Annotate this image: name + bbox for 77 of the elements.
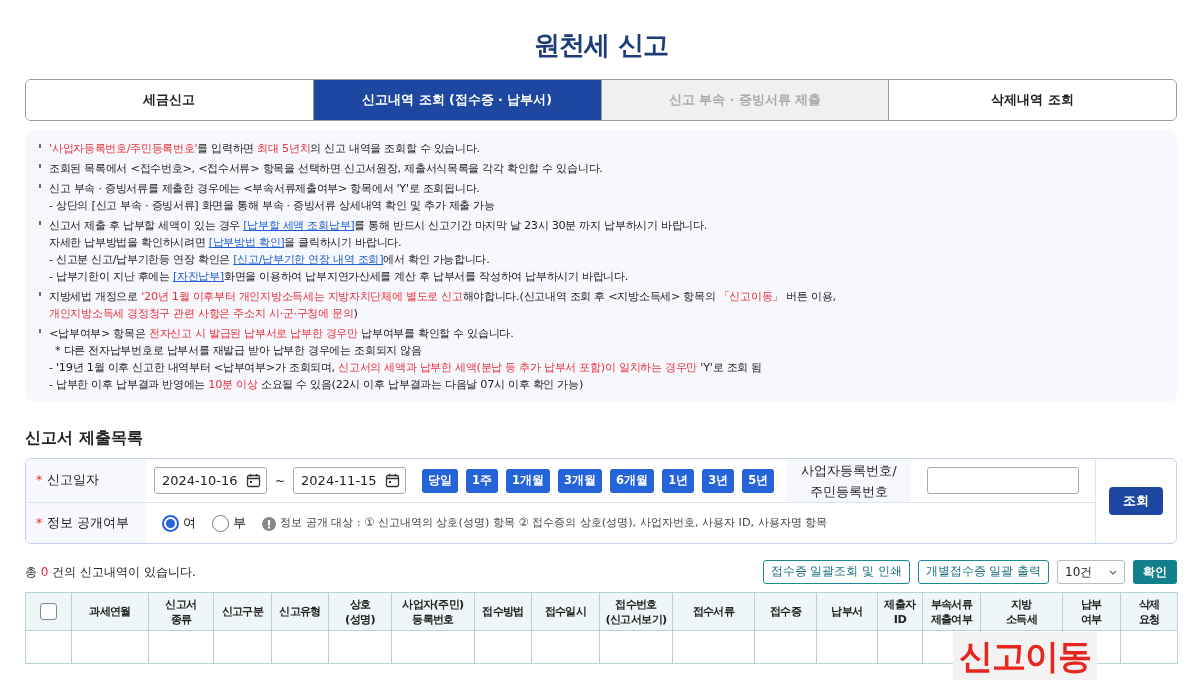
column-header: 접수번호 (신고서보기) <box>599 592 673 631</box>
column-header: 접수일시 <box>531 592 600 631</box>
notice-text: 지방세법 개정으로 '20년 1월 이후부터 개인지방소득세는 지방자치단체에 별도로 신고해야합니다.(신고내역 조회 후 <지방소득세> 항목의 「신고이동」 버튼 이용, <box>49 289 837 305</box>
bullet-mark <box>39 164 41 168</box>
notice-text: 조회된 목록에서 <접수번호>, <접수서류> 항목을 선택하면 신고서원장, 제출서식목록을 각각 확인할 수 있습니다. <box>49 161 604 177</box>
field-label: 신고일자 <box>47 471 100 490</box>
notice-text: - 납부기한이 지난 후에는 [자진납부]화면을 이용하여 납부지연가산세를 계산 후 납부서를 작성하여 납부하시기 바랍니다. <box>49 269 630 285</box>
column-header: 부속서류 제출여부 <box>922 592 981 631</box>
notice-text: 신고서 제출 후 납부할 세액이 있는 경우 [납부할 세액 조회납부]를 통해 반드시 신고기간 마지막 날 23시 30분 까지 납부하시기 바랍니다. <box>49 218 708 234</box>
period-button[interactable]: 당일 <box>422 468 459 493</box>
column-header: 과세연월 <box>71 592 149 631</box>
bullet-mark <box>39 184 41 188</box>
period-button[interactable]: 1주 <box>466 468 499 493</box>
tab[interactable]: 신고내역 조회 (접수증 · 납부서) <box>312 80 601 120</box>
page-size-select[interactable]: 10건 <box>1057 560 1125 584</box>
radio-option[interactable]: 부 <box>212 514 246 533</box>
column-header: 접수방법 <box>474 592 532 631</box>
column-header: 삭제 요청 <box>1120 592 1178 631</box>
notice-text: <납부여부> 항목은 전자신고 시 발급된 납부서로 납부한 경우만 납부여부를 확인할 수 있습니다. <box>49 326 515 342</box>
section-title: 신고서 제출목록 <box>25 427 144 449</box>
bullet-mark <box>39 144 41 148</box>
period-button[interactable]: 6개월 <box>610 468 655 493</box>
column-header: 사업자(주민) 등록번호 <box>391 592 475 631</box>
bullet-mark <box>39 292 41 296</box>
bullet-mark <box>39 329 41 333</box>
action-button[interactable]: 접수증 일괄조회 및 인쇄 <box>762 560 910 584</box>
period-button[interactable]: 5년 <box>742 468 775 493</box>
calendar-icon <box>385 473 401 488</box>
column-header: 접수서류 <box>672 592 755 631</box>
period-button[interactable]: 3개월 <box>558 468 603 493</box>
required-mark: * <box>36 514 43 533</box>
notice-text: - 신고분 신고/납부기한등 연장 확인은 [신고/납부기한 연장 내역 조회]에서 확인 가능합니다. <box>49 252 491 268</box>
tab[interactable]: 삭제내역 조회 <box>888 80 1176 120</box>
info-text: 정보 공개 대상 : ① 신고내역의 상호(성명) 항목 ② 접수증의 상호(성명), 사업자번호, 사용자 ID, 사용자명 항목 <box>280 515 828 532</box>
period-button[interactable]: 3년 <box>702 468 735 493</box>
chevron-icon <box>1109 569 1117 575</box>
column-header: 지방 소득세 <box>980 592 1063 631</box>
info-icon <box>262 516 276 531</box>
notice-link[interactable]: [납부할 세액 조회납부] <box>243 219 355 232</box>
radio-option[interactable]: 여 <box>162 514 196 533</box>
column-header: 접수증 <box>754 592 817 631</box>
notice-text: - 상단의 [신고 부속 · 증빙서류] 화면을 통해 부속 · 증빙서류 상세내역 확인 및 추가 제출 가능 <box>49 198 496 214</box>
notice-text: 자세한 납부방법을 확인하시려면 [납부방법 확인]을 클릭하시기 바랍니다. <box>49 235 403 251</box>
column-header: 납부 여부 <box>1062 592 1121 631</box>
column-header: 제출자 ID <box>877 592 923 631</box>
period-button[interactable]: 1년 <box>662 468 695 493</box>
notice-link[interactable]: [신고/납부기한 연장 내역 조회] <box>233 253 384 266</box>
page-title: 원천세 신고 <box>533 29 669 62</box>
notice-text: - 납부한 이후 납부결과 반영에는 10분 이상 소요될 수 있음(22시 이후 납부결과는 다음날 07시 이후 확인 가능) <box>49 377 584 393</box>
notice-text: 개인지방소득세 경정청구 관련 사항은 주소지 시·군·구청에 문의) <box>49 306 359 322</box>
search-button[interactable]: 조회 <box>1109 487 1163 515</box>
column-header: 상호 (성명) <box>328 592 392 631</box>
notice-text: * 다른 전자납부번호로 납부서를 재발급 받아 납부한 경우에는 조회되지 않음 <box>54 343 423 359</box>
field-label: 정보 공개여부 <box>47 514 130 533</box>
notice-link[interactable]: [납부방법 확인] <box>208 236 285 249</box>
result-count: 총 0 건의 신고내역이 있습니다. <box>25 564 196 581</box>
notice-link[interactable]: [자진납부] <box>172 270 224 283</box>
confirm-button[interactable]: 확인 <box>1133 560 1177 584</box>
id-number-field[interactable] <box>927 467 1079 494</box>
calendar-icon <box>246 473 261 488</box>
notice-text: 신고 부속 · 증빙서류를 제출한 경우에는 <부속서류제출여부> 항목에서 'Y'로 조회됩니다. <box>49 181 481 197</box>
column-header: 납부서 <box>816 592 878 631</box>
range-separator: ~ <box>275 472 286 490</box>
callout-label: 신고이동 <box>953 632 1097 680</box>
notice-text: - '19년 1월 이후 신고한 내역부터 <납부여부>가 조회되며, 신고서의 세액과 납부한 세액(분납 등 추가 납부서 포함)이 일치하는 경우만 'Y'로 조회 됨 <box>49 360 763 376</box>
field-label: 사업자등록번호/ 주민등록번호 <box>787 459 911 502</box>
bullet-mark <box>39 221 41 225</box>
required-mark: * <box>36 471 43 490</box>
notice-text: '사업자등록번호/주민등록번호'를 입력하면 최대 5년치의 신고 내역을 조회할 수 있습니다. <box>49 141 481 157</box>
date-field[interactable]: 2024-10-16 <box>154 467 267 494</box>
column-header: 신고구분 <box>213 592 272 631</box>
column-header: 신고서 종류 <box>148 592 214 631</box>
column-header: 신고유형 <box>271 592 329 631</box>
date-field[interactable]: 2024-11-15 <box>293 467 407 494</box>
action-button[interactable]: 개별접수증 일괄 출력 <box>917 560 1049 584</box>
period-button[interactable]: 1개월 <box>506 468 551 493</box>
checkbox[interactable] <box>40 603 57 620</box>
